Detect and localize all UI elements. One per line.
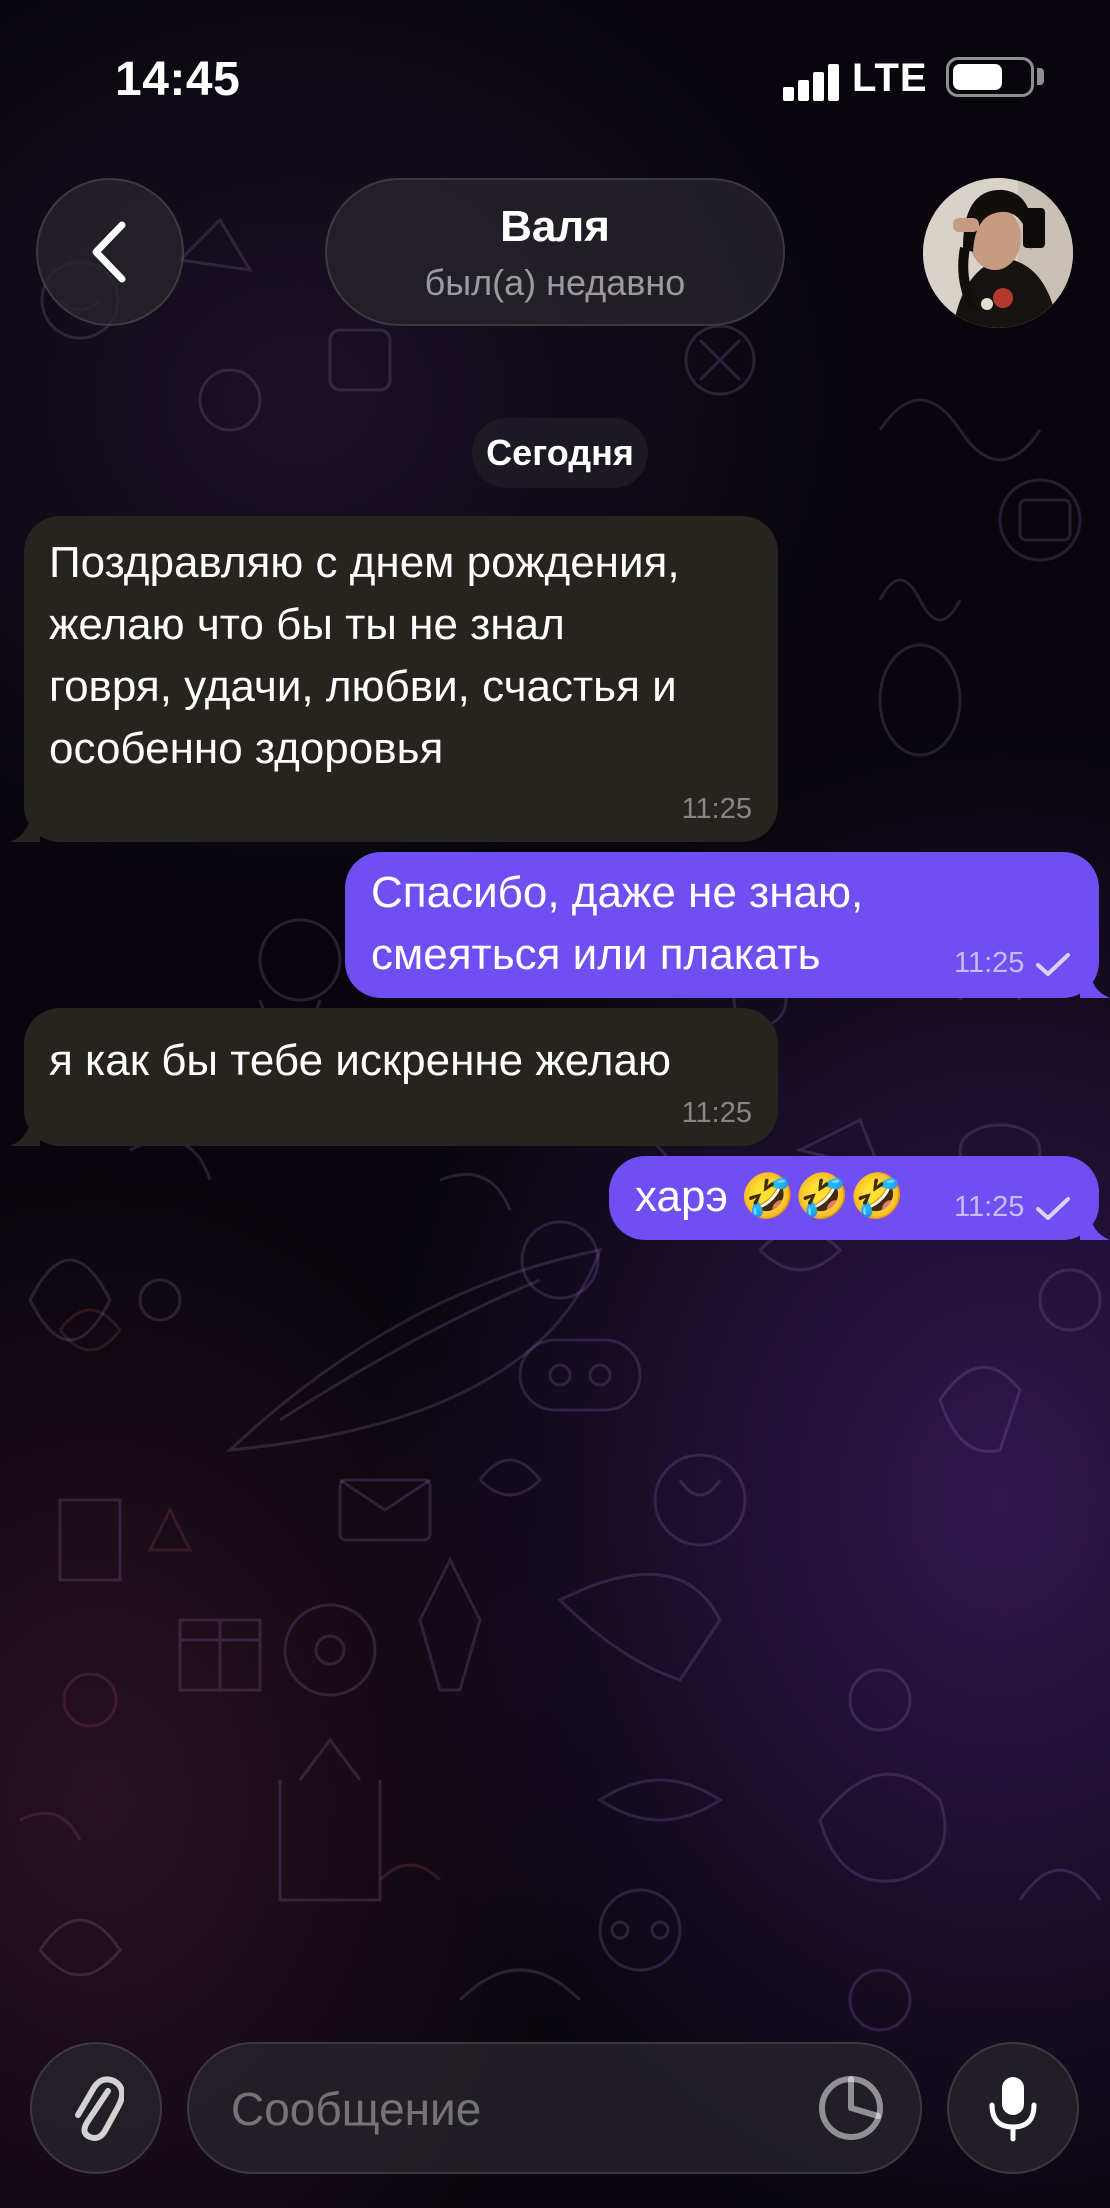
- avatar[interactable]: [923, 178, 1073, 328]
- sticker-icon: [819, 2076, 883, 2140]
- back-button[interactable]: [36, 178, 184, 326]
- message-bubble-outgoing[interactable]: харэ 🤣🤣🤣 11:25: [609, 1156, 1099, 1240]
- home-indicator: [370, 2190, 740, 2200]
- microphone-button[interactable]: [947, 2042, 1079, 2174]
- attach-button[interactable]: [30, 2042, 162, 2174]
- microphone-icon: [989, 2077, 1037, 2142]
- contact-last-seen: был(а) недавно: [424, 262, 686, 303]
- battery-cap: [1037, 68, 1044, 85]
- battery-level: [953, 64, 1002, 90]
- read-check-icon: [1036, 953, 1070, 976]
- message-text: харэ 🤣🤣🤣: [635, 1172, 905, 1221]
- bubble-tail: [10, 1116, 40, 1146]
- message-field[interactable]: [187, 2042, 922, 2174]
- message-text: Спасибо, даже не знаю, смеяться или плак…: [371, 868, 864, 979]
- message-text: я как бы тебе искренне желаю: [49, 1036, 671, 1085]
- date-separator: Сегодня: [472, 418, 648, 488]
- message-time: 11:25: [954, 1191, 1025, 1223]
- message-bubble-incoming[interactable]: Поздравляю с днем рождения, желаю что бы…: [24, 516, 778, 842]
- status-time: 14:45: [115, 53, 241, 106]
- status-bar: 14:45 LTE: [0, 0, 1110, 150]
- bubble-tail: [1080, 1210, 1110, 1240]
- message-time: 11:25: [954, 947, 1025, 979]
- message-text: Поздравляю с днем рождения, желаю что бы…: [49, 538, 680, 773]
- chevron-left-icon: [92, 221, 126, 283]
- avatar-photo: [923, 178, 1073, 328]
- bubble-tail: [10, 812, 40, 842]
- paperclip-icon: [75, 2076, 124, 2141]
- chat-screen: 14:45 LTE Валя был(а) недавно Сегодня По…: [0, 0, 1110, 2208]
- battery-icon: [946, 57, 1034, 97]
- signal-strength-icon: [783, 63, 841, 101]
- read-check-icon: [1036, 1197, 1070, 1220]
- sticker-button[interactable]: [811, 2068, 891, 2148]
- message-time: 11:25: [681, 793, 752, 825]
- message-bubble-incoming[interactable]: я как бы тебе искренне желаю 11:25: [24, 1008, 778, 1146]
- message-bubble-outgoing[interactable]: Спасибо, даже не знаю, смеяться или плак…: [345, 852, 1099, 998]
- message-input[interactable]: [229, 2044, 793, 2174]
- chat-title[interactable]: Валя был(а) недавно: [325, 178, 785, 326]
- bubble-tail: [1080, 968, 1110, 998]
- message-time: 11:25: [681, 1097, 752, 1129]
- contact-name: Валя: [500, 202, 610, 251]
- network-type: LTE: [852, 56, 928, 100]
